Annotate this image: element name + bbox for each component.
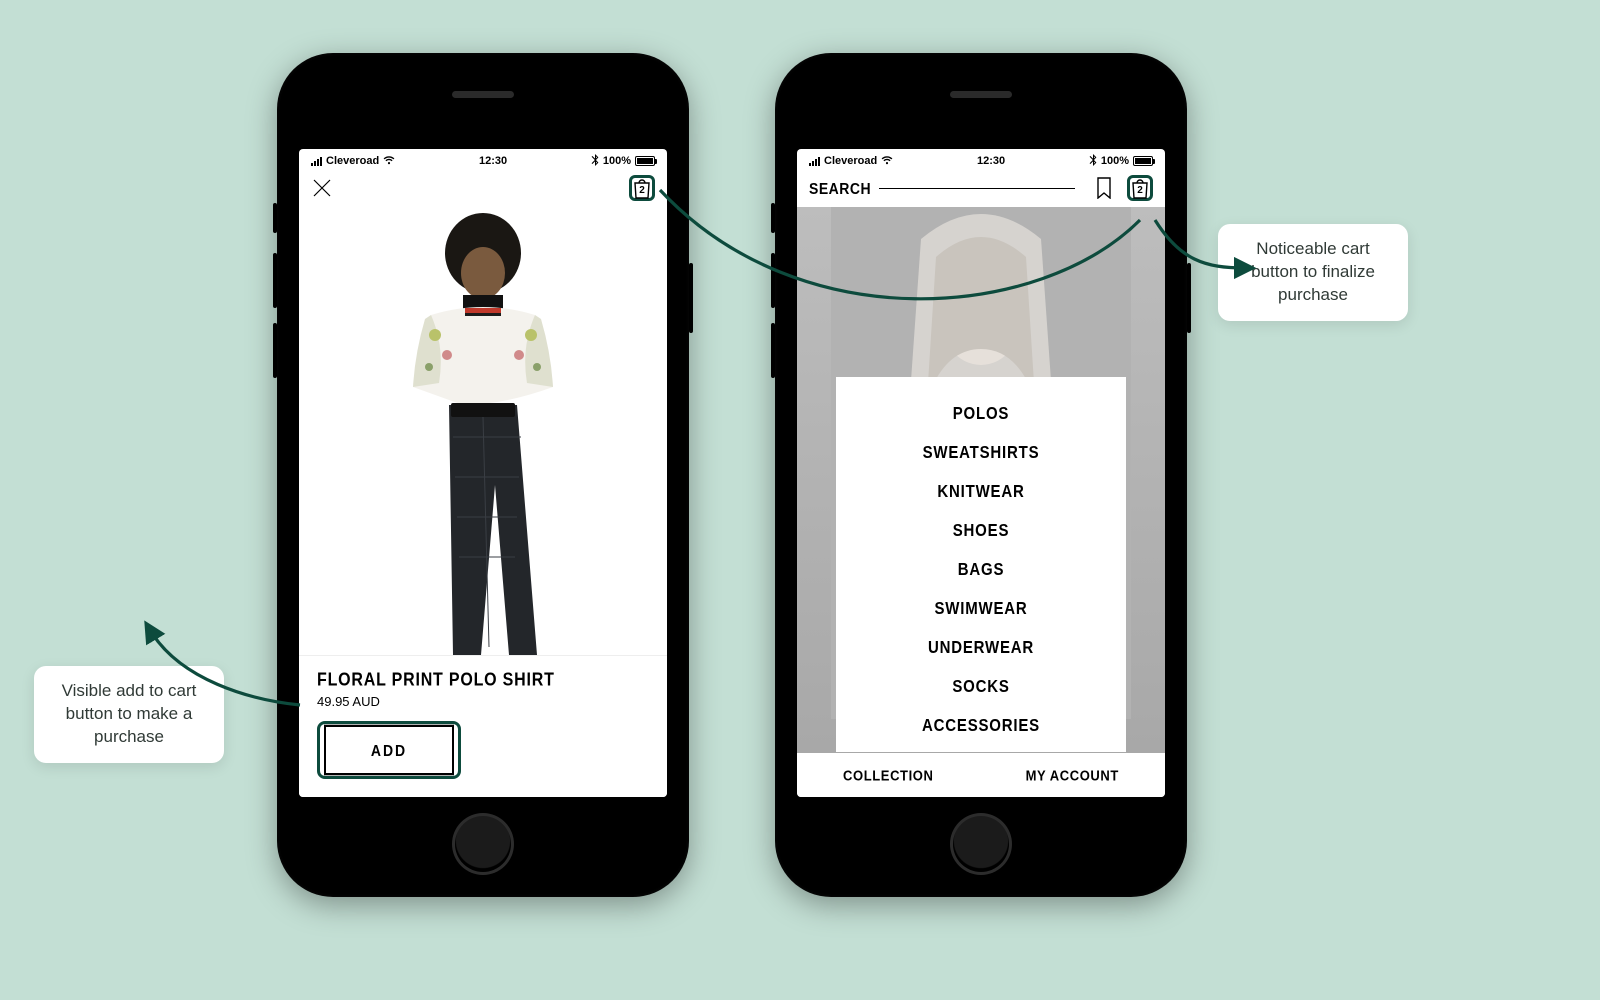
clock: 12:30 — [479, 155, 507, 167]
mute-switch — [273, 203, 277, 233]
bottom-tab-bar: COLLECTION MY ACCOUNT — [797, 753, 1165, 797]
category-polos[interactable]: POLOS — [953, 392, 1010, 436]
product-info-card: FLORAL PRINT POLO SHIRT 49.95 AUD ADD — [299, 655, 667, 797]
search-label[interactable]: SEARCH — [809, 179, 871, 197]
category-sweatshirts[interactable]: SWEATSHIRTS — [923, 431, 1040, 475]
battery-icon — [1133, 156, 1153, 166]
collection-nav-row: SEARCH 2 — [797, 173, 1165, 207]
category-underwear[interactable]: UNDERWEAR — [928, 626, 1034, 670]
cart-button[interactable]: 2 — [629, 175, 655, 201]
battery-percent: 100% — [1101, 155, 1129, 167]
clock: 12:30 — [977, 155, 1005, 167]
wifi-icon — [383, 155, 395, 168]
home-button[interactable] — [950, 813, 1012, 875]
volume-down — [771, 323, 775, 378]
carrier-label: Cleveroad — [824, 155, 877, 167]
category-bags[interactable]: BAGS — [958, 548, 1005, 592]
mute-switch — [771, 203, 775, 233]
battery-icon — [635, 156, 655, 166]
phone-mockup-product: Cleveroad 12:30 100% — [277, 53, 689, 897]
tab-my-account[interactable]: MY ACCOUNT — [1026, 766, 1119, 783]
volume-up — [771, 253, 775, 308]
bookmark-button[interactable] — [1091, 175, 1117, 201]
product-price: 49.95 AUD — [317, 694, 649, 709]
category-knitwear[interactable]: KNITWEAR — [937, 470, 1024, 514]
phone-mockup-collection: Cleveroad 12:30 100% SEARCH — [775, 53, 1187, 897]
phone-speaker — [452, 91, 514, 98]
status-bar: Cleveroad 12:30 100% — [299, 149, 667, 173]
power-button — [689, 263, 693, 333]
phone-speaker — [950, 91, 1012, 98]
category-shoes[interactable]: SHOES — [953, 509, 1010, 553]
signal-icon — [311, 156, 322, 166]
callout-add-to-cart: Visible add to cart button to make a pur… — [34, 666, 224, 763]
search-input-line[interactable] — [879, 188, 1075, 189]
carrier-label: Cleveroad — [326, 155, 379, 167]
collection-hero: POLOS SWEATSHIRTS KNITWEAR SHOES BAGS SW… — [797, 207, 1165, 753]
tab-collection[interactable]: COLLECTION — [843, 766, 934, 783]
model-illustration — [299, 207, 667, 655]
product-image[interactable] — [299, 207, 667, 655]
add-button-highlight: ADD — [317, 721, 461, 779]
shopping-bag-icon: 2 — [1130, 177, 1150, 199]
cart-button[interactable]: 2 — [1127, 175, 1153, 201]
signal-icon — [809, 156, 820, 166]
shopping-bag-icon: 2 — [632, 177, 652, 199]
volume-down — [273, 323, 277, 378]
bluetooth-icon — [1089, 154, 1097, 169]
cart-count: 2 — [632, 181, 652, 199]
cart-count: 2 — [1130, 181, 1150, 199]
bluetooth-icon — [591, 154, 599, 169]
wifi-icon — [881, 155, 893, 168]
product-title: FLORAL PRINT POLO SHIRT — [317, 671, 649, 692]
power-button — [1187, 263, 1191, 333]
product-nav-row: 2 — [299, 173, 667, 207]
screen-product-detail: Cleveroad 12:30 100% — [299, 149, 667, 797]
bookmark-icon — [1096, 177, 1112, 199]
category-panel: POLOS SWEATSHIRTS KNITWEAR SHOES BAGS SW… — [836, 377, 1126, 752]
category-accessories[interactable]: ACCESSORIES — [922, 704, 1040, 748]
close-button[interactable] — [311, 177, 333, 199]
screen-collection: Cleveroad 12:30 100% SEARCH — [797, 149, 1165, 797]
volume-up — [273, 253, 277, 308]
add-to-cart-button[interactable]: ADD — [324, 725, 454, 776]
status-bar: Cleveroad 12:30 100% — [797, 149, 1165, 173]
battery-percent: 100% — [603, 155, 631, 167]
callout-cart-button: Noticeable cart button to finalize purch… — [1218, 224, 1408, 321]
category-socks[interactable]: SOCKS — [952, 665, 1009, 709]
home-button[interactable] — [452, 813, 514, 875]
category-swimwear[interactable]: SWIMWEAR — [934, 587, 1027, 631]
